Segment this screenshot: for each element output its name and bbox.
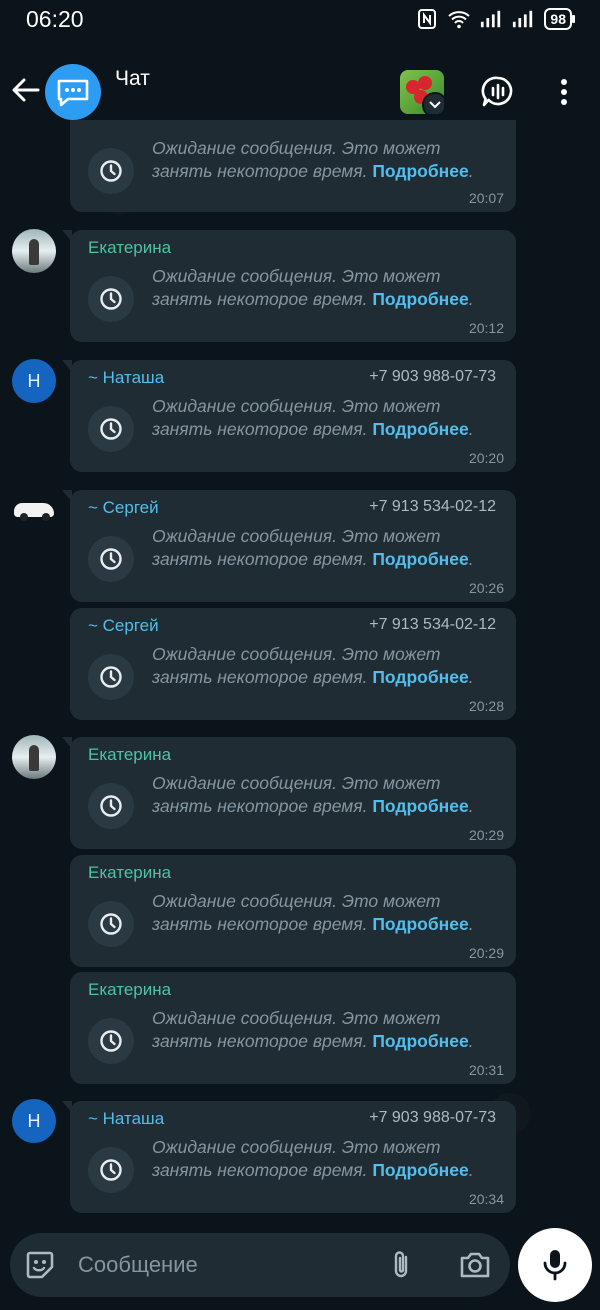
waiting-message-text: Ожидание сообщения. Это может занять неко… [152, 1008, 474, 1051]
clock-icon [88, 901, 134, 947]
message-time: 20:12 [468, 320, 504, 336]
message-bubble[interactable]: Екатерина Ожидание сообщения. Это может з… [62, 230, 516, 342]
sticker-icon[interactable] [24, 1249, 56, 1281]
wifi-icon [448, 11, 471, 29]
voice-chat-icon [481, 76, 513, 107]
chat-title[interactable]: Чат [115, 67, 150, 91]
message-time: 20:29 [468, 827, 504, 843]
learn-more-link[interactable]: Подробнее [372, 667, 468, 687]
sender-avatar[interactable] [12, 735, 56, 779]
sender-avatar[interactable]: Н [12, 1099, 56, 1143]
message-time: 20:26 [468, 580, 504, 596]
message-bubble[interactable]: Ожидание сообщения. Это может занять неко… [70, 120, 516, 212]
clock-icon [88, 406, 134, 452]
waiting-message-text: Ожидание сообщения. Это может занять неко… [152, 773, 474, 816]
waiting-message-text: Ожидание сообщения. Это может занять неко… [152, 1137, 474, 1180]
clock-icon [88, 276, 134, 322]
sender-phone[interactable]: +7 903 988-07-73 [369, 1109, 496, 1127]
message-input[interactable]: Сообщение [78, 1252, 198, 1278]
learn-more-link[interactable]: Подробнее [372, 161, 468, 181]
sender-phone[interactable]: +7 903 988-07-73 [369, 368, 496, 386]
sender-avatar[interactable] [12, 229, 56, 273]
back-arrow-icon[interactable] [10, 74, 42, 106]
learn-more-link[interactable]: Подробнее [372, 419, 468, 439]
message-bubble[interactable]: ~ Сергей +7 913 534-02-12 Ожидание сообщ… [62, 490, 516, 602]
nfc-icon [418, 9, 437, 29]
status-time: 06:20 [26, 6, 84, 32]
learn-more-link[interactable]: Подробнее [372, 914, 468, 934]
message-bubble[interactable]: Екатерина Ожидание сообщения. Это может з… [62, 737, 516, 849]
clock-icon [88, 1018, 134, 1064]
attach-icon[interactable] [386, 1249, 418, 1281]
message-input-bar[interactable]: Сообщение [10, 1233, 510, 1297]
message-bubble[interactable]: ~ Сергей +7 913 534-02-12 Ожидание сообщ… [70, 608, 516, 720]
sender-name[interactable]: Екатерина [88, 238, 171, 258]
message-bubble[interactable]: ~ Наташа +7 903 988-07-73 Ожидание сообщ… [62, 360, 516, 472]
chat-bubble-icon [57, 79, 89, 107]
status-bar: 06:20 98 [0, 0, 600, 40]
microphone-icon [543, 1250, 567, 1281]
learn-more-link[interactable]: Подробнее [372, 549, 468, 569]
learn-more-link[interactable]: Подробнее [372, 1031, 468, 1051]
sender-phone[interactable]: +7 913 534-02-12 [369, 498, 496, 516]
sender-avatar[interactable]: Н [12, 359, 56, 403]
voice-record-button[interactable] [518, 1228, 592, 1302]
waiting-message-text: Ожидание сообщения. Это может занять неко… [152, 266, 474, 309]
message-time: 20:28 [468, 698, 504, 714]
sender-name[interactable]: ~ Сергей [88, 616, 159, 636]
sender-name[interactable]: Екатерина [88, 980, 171, 1000]
learn-more-link[interactable]: Подробнее [372, 289, 468, 309]
sender-name[interactable]: Екатерина [88, 863, 171, 883]
clock-icon [88, 654, 134, 700]
sender-avatar[interactable] [12, 489, 56, 533]
fruit-app-icon[interactable] [400, 70, 444, 114]
more-options-button[interactable] [546, 74, 582, 110]
status-icons: 98 [416, 8, 575, 30]
clock-icon [88, 783, 134, 829]
waiting-message-text: Ожидание сообщения. Это может занять неко… [152, 138, 474, 181]
camera-icon[interactable] [458, 1249, 492, 1281]
sender-name[interactable]: ~ Наташа [88, 368, 164, 388]
message-time: 20:34 [468, 1191, 504, 1207]
chat-avatar[interactable] [45, 64, 101, 120]
learn-more-link[interactable]: Подробнее [372, 796, 468, 816]
voice-chat-button[interactable] [480, 74, 516, 110]
clock-icon [88, 1147, 134, 1193]
waiting-message-text: Ожидание сообщения. Это может занять неко… [152, 644, 474, 687]
waiting-message-text: Ожидание сообщения. Это может занять неко… [152, 891, 474, 934]
message-time: 20:20 [468, 450, 504, 466]
message-time: 20:07 [468, 190, 504, 206]
waiting-message-text: Ожидание сообщения. Это может занять неко… [152, 526, 474, 569]
message-bubble[interactable]: ~ Наташа +7 903 988-07-73 Ожидание сообщ… [62, 1101, 516, 1213]
sender-name[interactable]: Екатерина [88, 745, 171, 765]
sender-phone[interactable]: +7 913 534-02-12 [369, 616, 496, 634]
message-bubble[interactable]: Екатерина Ожидание сообщения. Это может з… [70, 855, 516, 967]
message-time: 20:31 [468, 1062, 504, 1078]
message-bubble[interactable]: Екатерина Ожидание сообщения. Это может з… [70, 972, 516, 1084]
clock-icon [88, 148, 134, 194]
battery-indicator: 98 [544, 8, 575, 30]
chevron-down-icon [422, 92, 444, 114]
message-time: 20:29 [468, 945, 504, 961]
clock-icon [88, 536, 134, 582]
signal-icon-1 [481, 10, 501, 28]
sender-name[interactable]: ~ Наташа [88, 1109, 164, 1129]
waiting-message-text: Ожидание сообщения. Это может занять неко… [152, 396, 474, 439]
signal-icon-2 [513, 10, 533, 28]
learn-more-link[interactable]: Подробнее [372, 1160, 468, 1180]
more-vertical-icon [561, 79, 567, 105]
sender-name[interactable]: ~ Сергей [88, 498, 159, 518]
